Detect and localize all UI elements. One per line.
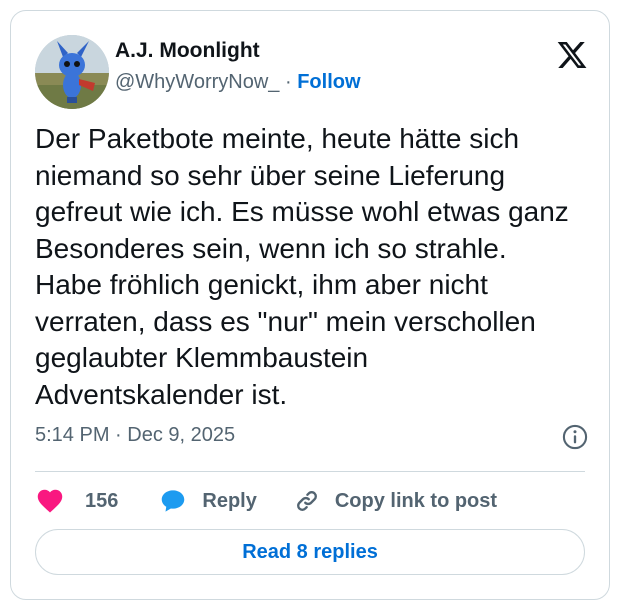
info-icon[interactable]: [561, 423, 589, 451]
like-count: 156: [85, 489, 119, 512]
follow-button[interactable]: Follow: [297, 71, 360, 93]
heart-icon: [37, 489, 63, 513]
avatar[interactable]: [35, 35, 109, 109]
tweet-card: A.J. Moonlight @WhyWorryNow_ · Follow De…: [10, 10, 610, 600]
avatar-photo-icon: [35, 35, 109, 109]
tweet-timestamp[interactable]: 5:14 PM · Dec 9, 2025: [35, 424, 235, 447]
read-replies-button[interactable]: Read 8 replies: [35, 529, 585, 575]
handle-separator: ·: [284, 71, 292, 93]
like-button[interactable]: 156: [35, 486, 118, 516]
author-handle[interactable]: @WhyWorryNow_: [115, 71, 279, 93]
author-handle-row: @WhyWorryNow_ · Follow: [115, 71, 361, 94]
copy-link-label: Copy link to post: [334, 489, 498, 512]
tweet-time: 5:14 PM: [35, 424, 110, 446]
copy-link-button[interactable]: Copy link to post: [293, 487, 497, 515]
action-bar: 156 Reply Copy link to post: [35, 481, 497, 521]
divider: [35, 471, 585, 472]
tweet-text: Der Paketbote meinte, heute hätte sich n…: [35, 123, 569, 410]
reply-label: Reply: [202, 489, 257, 512]
author-display-name[interactable]: A.J. Moonlight: [115, 39, 260, 63]
reply-button[interactable]: Reply: [158, 486, 257, 516]
tweet-date: Dec 9, 2025: [127, 424, 236, 446]
reply-bubble-icon: [162, 490, 185, 512]
link-icon: [296, 491, 317, 511]
timestamp-separator: ·: [115, 424, 122, 446]
x-logo-icon[interactable]: [555, 39, 589, 71]
